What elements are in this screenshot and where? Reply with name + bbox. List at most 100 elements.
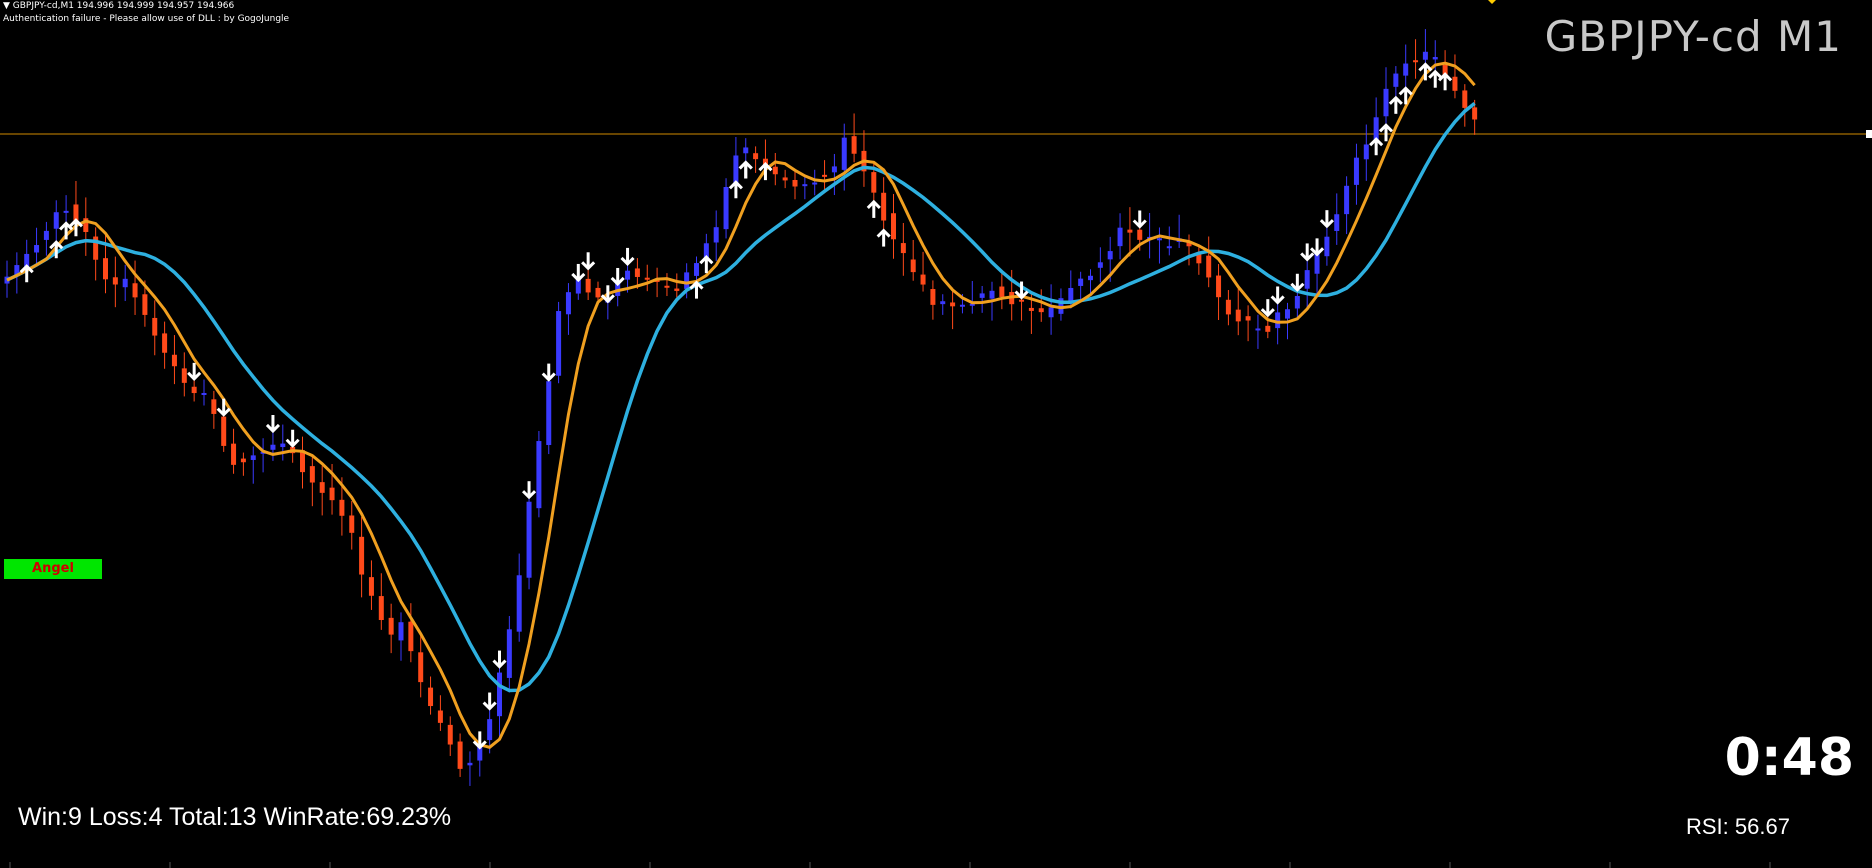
- candle-body: [152, 317, 158, 336]
- buy-arrow-icon: [876, 228, 891, 247]
- candle-body: [487, 719, 493, 741]
- candle-body: [359, 536, 365, 575]
- candle-body: [989, 290, 995, 299]
- candle-body: [1097, 262, 1103, 268]
- candle-body: [329, 487, 335, 501]
- candle-body: [565, 292, 571, 315]
- candle-body: [1078, 278, 1084, 286]
- candle-body: [1432, 57, 1438, 60]
- symbol-title: GBPJPY-cd M1: [1544, 12, 1842, 61]
- rsi-readout: RSI: 56.67: [1686, 814, 1790, 839]
- candle-body: [112, 277, 118, 285]
- sell-arrow-icon: [521, 481, 537, 500]
- candle-body: [388, 617, 394, 635]
- candle-body: [428, 687, 434, 707]
- buy-arrow-icon: [1388, 95, 1403, 114]
- candle-body: [132, 283, 138, 298]
- candle-body: [250, 455, 256, 460]
- candle-body: [53, 212, 59, 229]
- level-marker-icon: [1488, 0, 1496, 4]
- candle-body: [1245, 316, 1251, 321]
- buy-arrow-icon: [1369, 137, 1384, 156]
- candle-body: [171, 354, 177, 367]
- candle-body: [1422, 51, 1428, 60]
- candle-body: [447, 724, 453, 745]
- candle-body: [920, 274, 926, 285]
- sell-arrow-icon: [492, 650, 507, 669]
- candle-body: [1048, 307, 1054, 318]
- candle-body: [802, 184, 808, 187]
- candle-body: [674, 288, 680, 291]
- sell-arrow-icon: [610, 267, 625, 287]
- candle-body: [63, 210, 69, 213]
- candle-body: [240, 458, 246, 463]
- candle-body: [979, 293, 985, 298]
- candle-body: [457, 741, 463, 769]
- candle-body: [1117, 227, 1123, 247]
- candle-countdown: 0:48: [1724, 728, 1854, 788]
- candle-body: [723, 187, 729, 230]
- sell-arrow-icon: [1309, 238, 1325, 257]
- candle-body: [319, 482, 325, 493]
- candle-body: [999, 286, 1005, 298]
- candle-body: [684, 272, 690, 289]
- candle-body: [339, 499, 345, 516]
- candle-body: [831, 166, 837, 173]
- candle-body: [1019, 299, 1025, 302]
- candle-body: [231, 443, 237, 465]
- candle-body: [1462, 90, 1468, 108]
- candle-body: [1393, 73, 1399, 87]
- candle-body: [280, 443, 286, 448]
- sell-arrow-icon: [1290, 273, 1305, 292]
- candle-body: [1383, 88, 1389, 117]
- candle-body: [950, 302, 956, 307]
- candle-body: [634, 268, 640, 277]
- candle-body: [1225, 299, 1231, 315]
- candle-body: [1324, 236, 1330, 257]
- candle-body: [1265, 325, 1271, 332]
- candle-body: [103, 258, 108, 280]
- candle-body: [664, 285, 670, 288]
- chart-header-ohlc: ▼ GBPJPY-cd,M1 194.996 194.999 194.957 1…: [3, 1, 235, 11]
- sell-arrow-icon: [581, 252, 596, 271]
- candle-body: [1166, 246, 1172, 249]
- candle-body: [930, 289, 936, 305]
- candle-body: [1156, 238, 1162, 241]
- candle-body: [851, 136, 857, 154]
- candle-body: [841, 137, 847, 170]
- candle-body: [1285, 309, 1290, 319]
- candle-body: [378, 596, 384, 621]
- candle-body: [221, 416, 227, 446]
- sell-arrow-icon: [265, 414, 281, 434]
- candle-body: [1107, 251, 1113, 260]
- sell-arrow-icon: [1319, 210, 1334, 229]
- candle-body: [142, 294, 148, 315]
- candle-body: [1413, 60, 1419, 63]
- candle-body: [1255, 328, 1261, 331]
- candle-body: [753, 153, 759, 160]
- candle-body: [398, 622, 404, 641]
- chart-canvas[interactable]: [0, 0, 1872, 868]
- candle-body: [1127, 229, 1133, 233]
- candle-body: [34, 245, 40, 253]
- candle-body: [644, 277, 650, 280]
- buy-arrow-icon: [728, 180, 743, 199]
- candle-body: [782, 177, 788, 181]
- candle-body: [812, 182, 818, 185]
- candle-body: [122, 278, 128, 288]
- candle-body: [625, 270, 631, 280]
- angel-button[interactable]: Angel: [4, 559, 102, 579]
- candle-body: [437, 710, 443, 723]
- slow-moving-average: [6, 102, 1476, 693]
- candle-body: [1472, 107, 1478, 120]
- candle-body: [43, 230, 49, 240]
- candle-body: [1452, 76, 1458, 91]
- candle-body: [595, 287, 601, 298]
- price-chart[interactable]: [0, 0, 1872, 868]
- candle-body: [1403, 63, 1409, 76]
- candle-body: [891, 213, 896, 240]
- candle-body: [418, 652, 424, 683]
- sell-arrow-icon: [1132, 210, 1147, 229]
- candle-body: [1216, 275, 1222, 298]
- candle-body: [900, 243, 906, 254]
